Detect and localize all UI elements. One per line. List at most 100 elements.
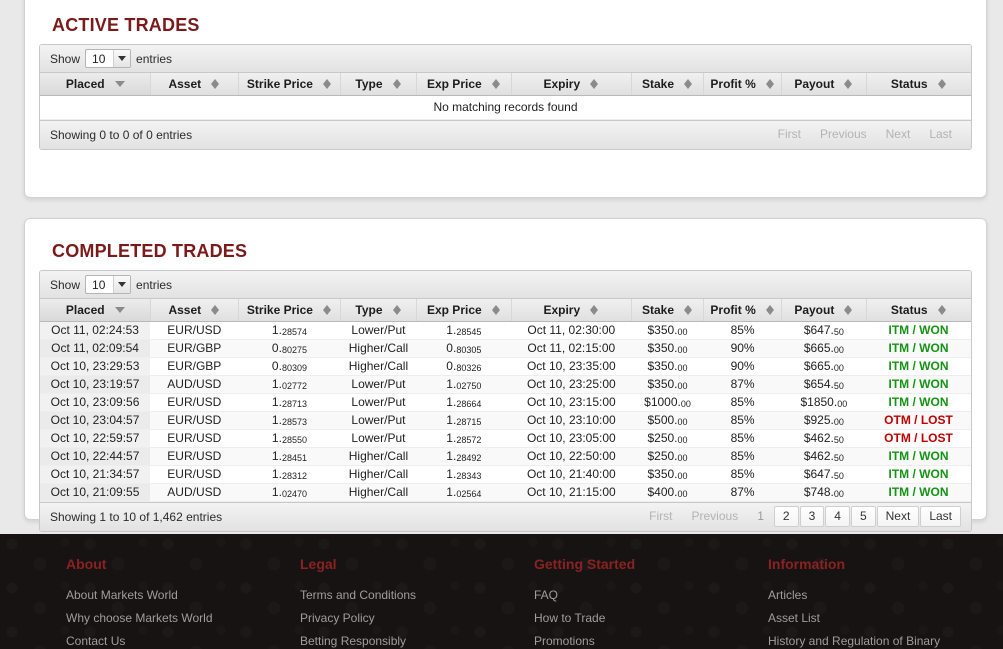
footer-link[interactable]: History and Regulation of Binary Options	[768, 634, 948, 649]
column-header-profit[interactable]: Profit %	[703, 73, 783, 96]
page-button-4[interactable]: 4	[825, 506, 850, 527]
cell-strike-price: 1.28713	[238, 393, 341, 412]
decimal-part: 80326	[456, 363, 482, 373]
footer-link[interactable]: Contact Us	[66, 634, 246, 648]
decimal-part: 00	[833, 363, 844, 373]
column-header-label: Expiry	[543, 302, 581, 317]
cell-type: Higher/Call	[340, 465, 417, 484]
status-badge: ITM / WON	[866, 465, 971, 484]
column-header-strike-price[interactable]: Strike Price	[238, 299, 341, 322]
footer-heading: About	[66, 556, 107, 572]
table-row[interactable]: Oct 10, 21:34:57 EUR/USD 1.28312 Higher/Cal…	[40, 465, 971, 484]
decimal-part: 28550	[281, 435, 307, 445]
page-button-next[interactable]: Next	[876, 506, 920, 527]
cell-asset: EUR/USD	[150, 321, 239, 340]
column-header-exp-price[interactable]: Exp Price	[416, 73, 512, 96]
column-header-expiry[interactable]: Expiry	[511, 299, 633, 322]
footer-link[interactable]: FAQ	[534, 588, 714, 602]
cell-strike-price: 0.80275	[238, 339, 341, 358]
decimal-part: 80309	[281, 363, 307, 373]
cell-stake: $350.00	[631, 321, 704, 340]
column-header-status[interactable]: Status	[866, 73, 971, 96]
sort-both-icon	[322, 78, 332, 90]
cell-asset: EUR/USD	[150, 411, 239, 430]
show-label: Show	[50, 277, 81, 292]
table-row[interactable]: Oct 10, 22:44:57 EUR/USD 1.28451 Higher/Cal…	[40, 447, 971, 466]
chevron-down-icon	[113, 276, 131, 293]
table-row[interactable]: Oct 10, 22:59:57 EUR/USD 1.28550 Lower/Put 1…	[40, 429, 971, 448]
active-trades-toolbar: Show 10 entries	[40, 45, 971, 73]
decimal-part: 02564	[456, 489, 482, 499]
table-row[interactable]: Oct 10, 23:09:56 EUR/USD 1.28713 Lower/Put 1…	[40, 393, 971, 412]
column-header-placed[interactable]: Placed	[40, 73, 151, 96]
footer-link[interactable]: Asset List	[768, 611, 948, 625]
cell-placed: Oct 10, 23:04:57	[40, 411, 151, 430]
table-row[interactable]: Oct 10, 23:19:57 AUD/USD 1.02772 Lower/Put 1…	[40, 375, 971, 394]
column-header-stake[interactable]: Stake	[631, 299, 704, 322]
footer-link[interactable]: Articles	[768, 588, 948, 602]
column-header-label: Payout	[794, 76, 835, 91]
cell-asset: AUD/USD	[150, 375, 239, 394]
column-header-asset[interactable]: Asset	[150, 299, 240, 322]
sort-both-icon	[322, 304, 332, 316]
cell-strike-price: 1.02772	[238, 375, 341, 394]
status-badge: ITM / WON	[866, 357, 971, 376]
column-header-exp-price[interactable]: Exp Price	[416, 299, 512, 322]
cell-strike-price: 1.28312	[238, 465, 341, 484]
decimal-part: 00	[677, 345, 688, 355]
site-footer: About About Markets World Why choose Marke…	[0, 534, 1003, 649]
column-header-status[interactable]: Status	[866, 299, 971, 322]
footer-link[interactable]: About Markets World	[66, 588, 246, 602]
cell-stake: $350.00	[631, 339, 704, 358]
page-button-2[interactable]: 2	[773, 506, 799, 527]
cell-payout: $665.00	[781, 357, 867, 376]
status-badge: ITM / WON	[866, 375, 971, 394]
table-row[interactable]: Oct 11, 02:24:53 EUR/USD 1.28574 Lower/Put 1…	[40, 321, 971, 340]
completed-info: Showing 1 to 10 of 1,462 entries	[50, 509, 223, 524]
table-row[interactable]: Oct 10, 23:29:53 EUR/GBP 0.80309 Higher/Cal…	[40, 357, 971, 376]
column-header-expiry[interactable]: Expiry	[511, 73, 633, 96]
table-row[interactable]: Oct 10, 23:04:57 EUR/USD 1.28573 Lower/Put 1…	[40, 411, 971, 430]
footer-link[interactable]: Promotions	[534, 634, 714, 648]
decimal-part: 00	[677, 363, 688, 373]
footer-link[interactable]: Betting Responsibly	[300, 634, 480, 648]
column-header-type[interactable]: Type	[340, 299, 418, 322]
column-header-placed[interactable]: Placed	[40, 299, 151, 322]
status-badge: ITM / WON	[866, 321, 971, 340]
sort-both-icon	[937, 78, 947, 90]
footer-link[interactable]: How to Trade	[534, 611, 714, 625]
page-button-1[interactable]: 1	[748, 506, 773, 527]
entries-label: entries	[136, 277, 173, 292]
active-header-row: Placed Asset Strike Price Type Exp Price Expi…	[40, 73, 971, 96]
column-header-type[interactable]: Type	[340, 73, 418, 96]
table-row[interactable]: Oct 10, 21:09:55 AUD/USD 1.02470 Higher/Cal…	[40, 483, 971, 502]
completed-pagination[interactable]: First Previous 1 2 3 4 5 Next Last	[639, 506, 961, 527]
footer-link[interactable]: Terms and Conditions	[300, 588, 480, 602]
column-header-strike-price[interactable]: Strike Price	[238, 73, 341, 96]
decimal-part: 28715	[456, 417, 482, 427]
column-header-stake[interactable]: Stake	[631, 73, 704, 96]
column-header-profit[interactable]: Profit %	[703, 299, 783, 322]
completed-table-head: Placed Asset Strike Price Type Exp Price Expi…	[40, 299, 971, 322]
table-row[interactable]: Oct 11, 02:09:54 EUR/GBP 0.80275 Higher/Cal…	[40, 339, 971, 358]
cell-profit-percent: 87%	[703, 483, 782, 502]
footer-heading: Getting Started	[534, 556, 636, 572]
active-entries-select[interactable]: 10	[85, 49, 132, 68]
page-button-5[interactable]: 5	[850, 506, 876, 527]
cell-type: Higher/Call	[340, 339, 417, 358]
footer-columns: About About Markets World Why choose Marke…	[0, 534, 1003, 649]
column-header-label: Strike Price	[246, 302, 313, 317]
completed-entries-select[interactable]: 10	[85, 275, 132, 294]
column-header-payout[interactable]: Payout	[781, 299, 867, 322]
page-button-3[interactable]: 3	[799, 506, 825, 527]
column-header-payout[interactable]: Payout	[781, 73, 867, 96]
decimal-part: 02750	[456, 381, 482, 391]
column-header-asset[interactable]: Asset	[150, 73, 240, 96]
decimal-part: 00	[677, 435, 688, 445]
decimal-part: 00	[677, 381, 688, 391]
footer-link[interactable]: Why choose Markets World	[66, 611, 246, 625]
active-pagination[interactable]: First Previous Next Last	[768, 124, 961, 145]
footer-link[interactable]: Privacy Policy	[300, 611, 480, 625]
cell-placed: Oct 11, 02:09:54	[40, 339, 151, 358]
page-button-last[interactable]: Last	[920, 506, 961, 527]
